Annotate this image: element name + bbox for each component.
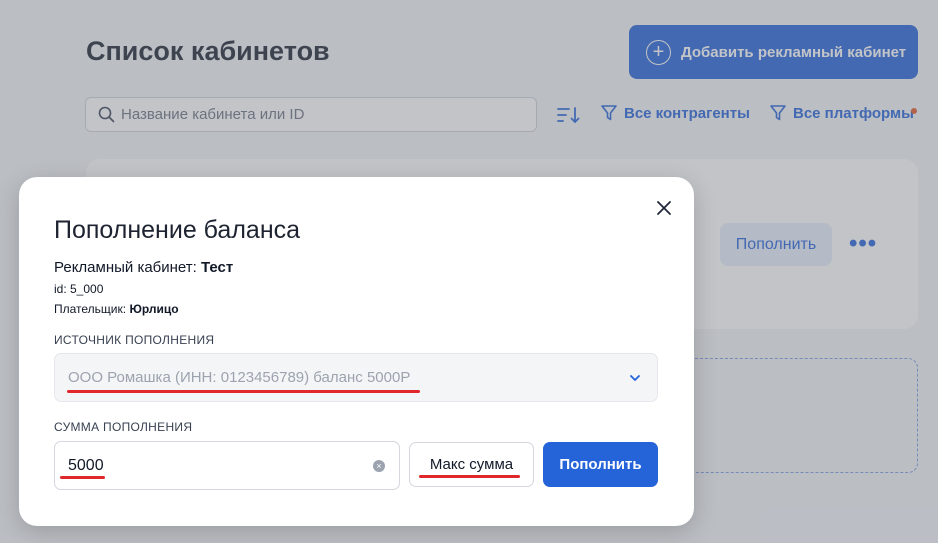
source-label: ИСТОЧНИК ПОПОЛНЕНИЯ xyxy=(54,333,215,347)
cabinet-id: id: 5_000 xyxy=(54,282,104,296)
payer-value: Юрлицо xyxy=(129,302,179,316)
modal-title: Пополнение баланса xyxy=(54,216,301,244)
payer-info: Плательщик: Юрлицо xyxy=(54,302,179,316)
close-icon[interactable] xyxy=(653,197,675,219)
payer-label: Плательщик: xyxy=(54,302,127,316)
amount-value: 5000 xyxy=(68,456,104,474)
cabinet-name: Тест xyxy=(200,259,234,276)
amount-label: СУММА ПОПОЛНЕНИЯ xyxy=(54,420,193,434)
topup-modal: Пополнение баланса Рекламный кабинет: Те… xyxy=(19,177,694,526)
chevron-down-icon xyxy=(630,375,640,381)
submit-topup-button[interactable]: Пополнить xyxy=(543,442,658,487)
cabinet-info: Рекламный кабинет: Тест xyxy=(54,259,233,276)
amount-input[interactable]: 5000 × xyxy=(54,441,400,490)
max-amount-button[interactable]: Макс сумма xyxy=(409,442,534,487)
highlight-underline-source xyxy=(67,390,420,393)
source-select[interactable]: ООО Ромашка (ИНН: 0123456789) баланс 500… xyxy=(54,353,658,402)
highlight-underline-max xyxy=(419,475,520,478)
source-value: ООО Ромашка (ИНН: 0123456789) баланс 500… xyxy=(68,369,411,386)
highlight-underline-amount xyxy=(60,476,105,479)
clear-icon[interactable]: × xyxy=(373,460,385,472)
cabinet-label: Рекламный кабинет: xyxy=(54,259,197,276)
